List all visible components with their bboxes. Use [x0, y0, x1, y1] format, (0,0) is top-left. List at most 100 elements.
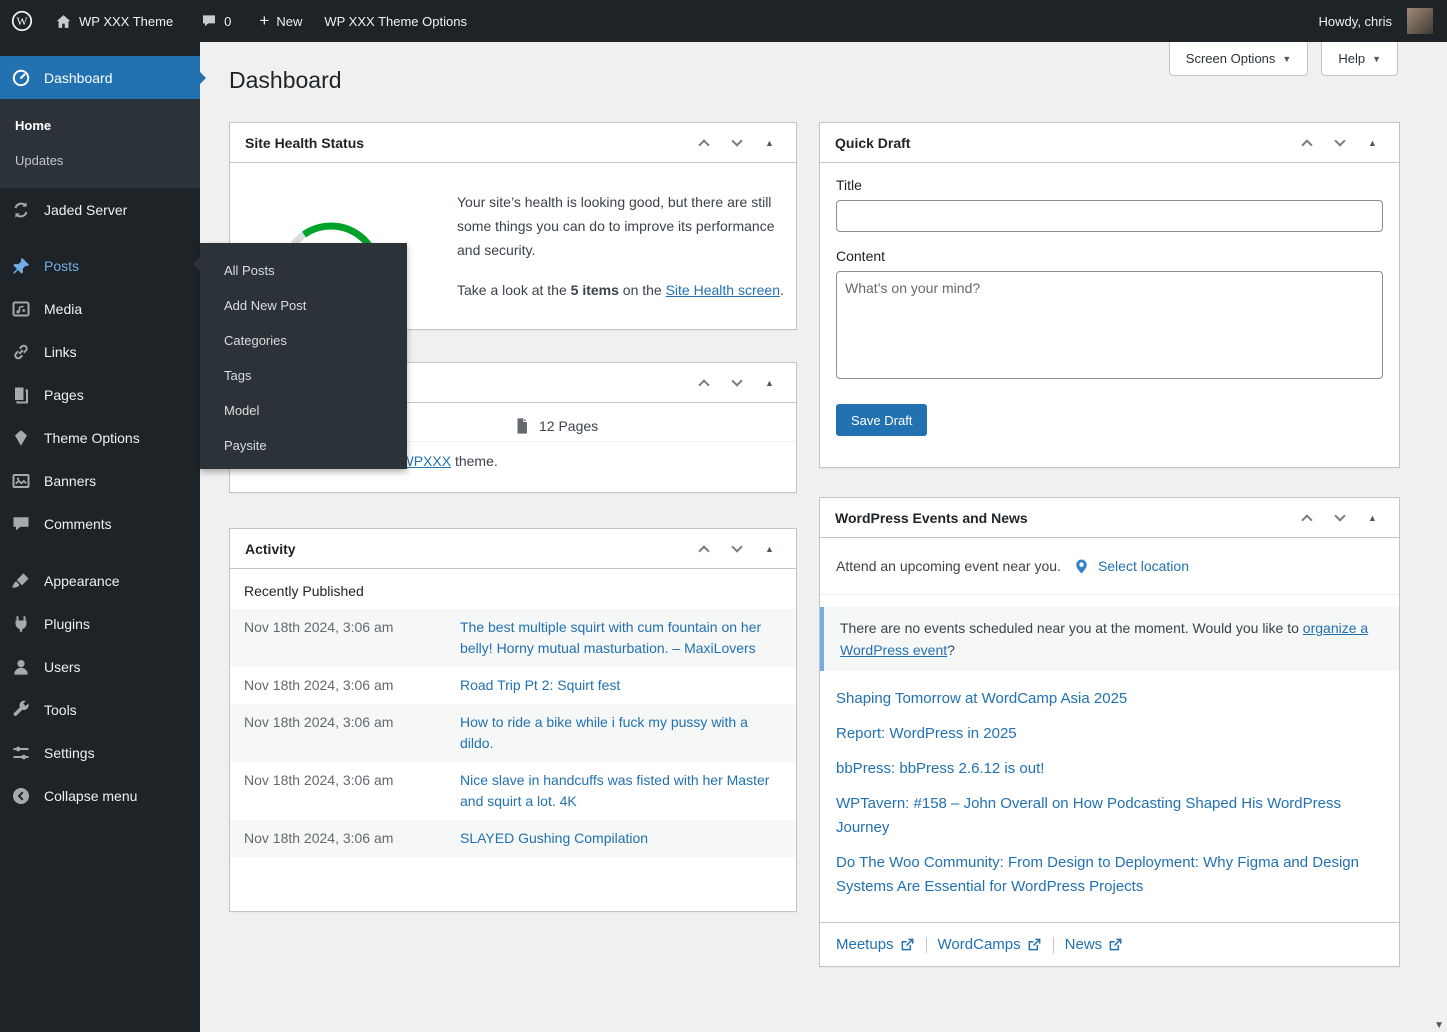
svg-text:W: W — [17, 16, 28, 28]
sidebar-item-theme-options[interactable]: Theme Options — [0, 416, 200, 459]
sidebar-item-posts[interactable]: Posts — [0, 244, 200, 287]
glance-item-pages[interactable]: 12 Pages — [513, 417, 784, 435]
cta-prefix: Take a look at the — [457, 282, 571, 298]
collapse-menu-button[interactable]: Collapse menu — [0, 774, 200, 817]
screen-options-button[interactable]: Screen Options ▼ — [1169, 42, 1309, 76]
sidebar-item-users[interactable]: Users — [0, 645, 200, 688]
activity-row: Nov 18th 2024, 3:06 am SLAYED Gushing Co… — [230, 820, 796, 857]
post-title-link[interactable]: Nice slave in handcuffs was fisted with … — [460, 770, 784, 812]
widget-controls: ▲ — [687, 125, 786, 161]
comments-menu[interactable]: 0 — [190, 0, 242, 42]
my-account-menu[interactable]: Howdy, chris — [1308, 8, 1433, 34]
help-label: Help — [1338, 51, 1365, 66]
news-link[interactable]: Shaping Tomorrow at WordCamp Asia 2025 — [836, 690, 1127, 707]
select-location-link[interactable]: Select location — [1098, 558, 1189, 574]
news-link[interactable]: WPTavern: #158 – John Overall on How Pod… — [836, 795, 1341, 836]
activity-row: Nov 18th 2024, 3:06 am Road Trip Pt 2: S… — [230, 667, 796, 704]
collapse-toggle-button[interactable]: ▲ — [753, 531, 786, 567]
collapse-toggle-button[interactable]: ▲ — [1356, 125, 1389, 161]
news-link[interactable]: Do The Woo Community: From Design to Dep… — [836, 854, 1359, 895]
post-title-link[interactable]: The best multiple squirt with cum founta… — [460, 617, 784, 659]
news-link[interactable]: Report: WordPress in 2025 — [836, 725, 1017, 742]
move-down-button[interactable] — [720, 365, 753, 401]
sidebar-label-pages: Pages — [44, 387, 84, 403]
sidebar-item-media[interactable]: Media — [0, 287, 200, 330]
collapse-toggle-button[interactable]: ▲ — [753, 125, 786, 161]
sidebar-item-plugins[interactable]: Plugins — [0, 602, 200, 645]
sidebar-item-jaded-server[interactable]: Jaded Server — [0, 188, 200, 231]
theme-link[interactable]: WPXXX — [401, 453, 452, 469]
widget-controls: ▲ — [1290, 125, 1389, 161]
notice-text: There are no events scheduled near you a… — [840, 620, 1303, 636]
activity-row: Nov 18th 2024, 3:06 am How to ride a bik… — [230, 704, 796, 762]
submenu-item-home[interactable]: Home — [0, 108, 200, 143]
move-down-button[interactable] — [1323, 125, 1356, 161]
sidebar-item-comments[interactable]: Comments — [0, 502, 200, 545]
sidebar-item-banners[interactable]: Banners — [0, 459, 200, 502]
post-title-link[interactable]: Road Trip Pt 2: Squirt fest — [460, 675, 784, 696]
move-up-button[interactable] — [687, 125, 720, 161]
home-icon — [55, 13, 72, 30]
post-title-link[interactable]: How to ride a bike while i fuck my pussy… — [460, 712, 784, 754]
flyout-item-all-posts[interactable]: All Posts — [200, 253, 407, 288]
sidebar-item-dashboard[interactable]: Dashboard — [0, 56, 200, 99]
flyout-item-categories[interactable]: Categories — [200, 323, 407, 358]
save-draft-button[interactable]: Save Draft — [836, 404, 927, 436]
sidebar-label-posts: Posts — [44, 258, 79, 274]
wordpress-logo-icon: W — [11, 10, 33, 32]
flyout-item-add-new-post[interactable]: Add New Post — [200, 288, 407, 323]
new-content-menu[interactable]: + New — [248, 0, 313, 42]
scrollbar-down-arrow[interactable]: ▼ — [1434, 1020, 1444, 1031]
sidebar-label-theme-options: Theme Options — [44, 430, 140, 446]
toggle-triangle-icon: ▲ — [765, 378, 774, 388]
theme-options-label: WP XXX Theme Options — [324, 14, 467, 29]
events-news-widget: WordPress Events and News ▲ Attend an up… — [819, 497, 1400, 967]
flyout-item-model[interactable]: Model — [200, 393, 407, 428]
move-down-button[interactable] — [720, 125, 753, 161]
sidebar-item-pages[interactable]: Pages — [0, 373, 200, 416]
quick-draft-title-input[interactable] — [836, 200, 1383, 232]
wp-logo-menu[interactable]: W — [0, 0, 44, 42]
theme-options-menu-item[interactable]: WP XXX Theme Options — [313, 0, 478, 42]
sidebar-label-appearance: Appearance — [44, 573, 120, 589]
post-title-link[interactable]: SLAYED Gushing Compilation — [460, 828, 784, 849]
move-up-button[interactable] — [687, 531, 720, 567]
site-name-menu[interactable]: WP XXX Theme — [44, 0, 184, 42]
site-health-screen-link[interactable]: Site Health screen — [666, 282, 780, 298]
help-button[interactable]: Help ▼ — [1321, 42, 1398, 76]
move-up-button[interactable] — [687, 365, 720, 401]
sidebar-item-tools[interactable]: Tools — [0, 688, 200, 731]
external-link-icon — [1027, 937, 1042, 952]
collapse-toggle-button[interactable]: ▲ — [753, 365, 786, 401]
meetups-link[interactable]: Meetups — [836, 936, 915, 953]
news-footer-link[interactable]: News — [1065, 936, 1124, 953]
events-notice: There are no events scheduled near you a… — [820, 607, 1399, 671]
quick-draft-content-textarea[interactable] — [836, 271, 1383, 379]
wordcamps-link[interactable]: WordCamps — [938, 936, 1042, 953]
user-icon — [10, 657, 32, 677]
move-up-button[interactable] — [1290, 500, 1323, 536]
submenu-item-updates[interactable]: Updates — [0, 143, 200, 178]
move-down-button[interactable] — [1323, 500, 1356, 536]
sidebar-item-links[interactable]: Links — [0, 330, 200, 373]
main-content: Screen Options ▼ Help ▼ Dashboard Site H… — [200, 42, 1447, 1032]
sidebar-label-banners: Banners — [44, 473, 96, 489]
sidebar-item-appearance[interactable]: Appearance — [0, 559, 200, 602]
move-down-button[interactable] — [720, 531, 753, 567]
events-header: WordPress Events and News ▲ — [820, 498, 1399, 538]
version-suffix: theme. — [451, 453, 498, 469]
news-item: WPTavern: #158 – John Overall on How Pod… — [836, 792, 1383, 840]
sidebar-item-settings[interactable]: Settings — [0, 731, 200, 774]
widget-controls: ▲ — [687, 531, 786, 567]
chevron-up-icon — [698, 379, 709, 390]
quick-draft-body: Title Content Save Draft — [820, 163, 1399, 450]
collapse-toggle-button[interactable]: ▲ — [1356, 500, 1389, 536]
news-item: Report: WordPress in 2025 — [836, 722, 1383, 746]
chevron-down-icon — [731, 375, 742, 386]
pages-icon — [10, 385, 32, 405]
flyout-item-tags[interactable]: Tags — [200, 358, 407, 393]
wordcamps-label: WordCamps — [938, 936, 1021, 953]
news-link[interactable]: bbPress: bbPress 2.6.12 is out! — [836, 760, 1044, 777]
move-up-button[interactable] — [1290, 125, 1323, 161]
flyout-item-paysite[interactable]: Paysite — [200, 428, 407, 463]
